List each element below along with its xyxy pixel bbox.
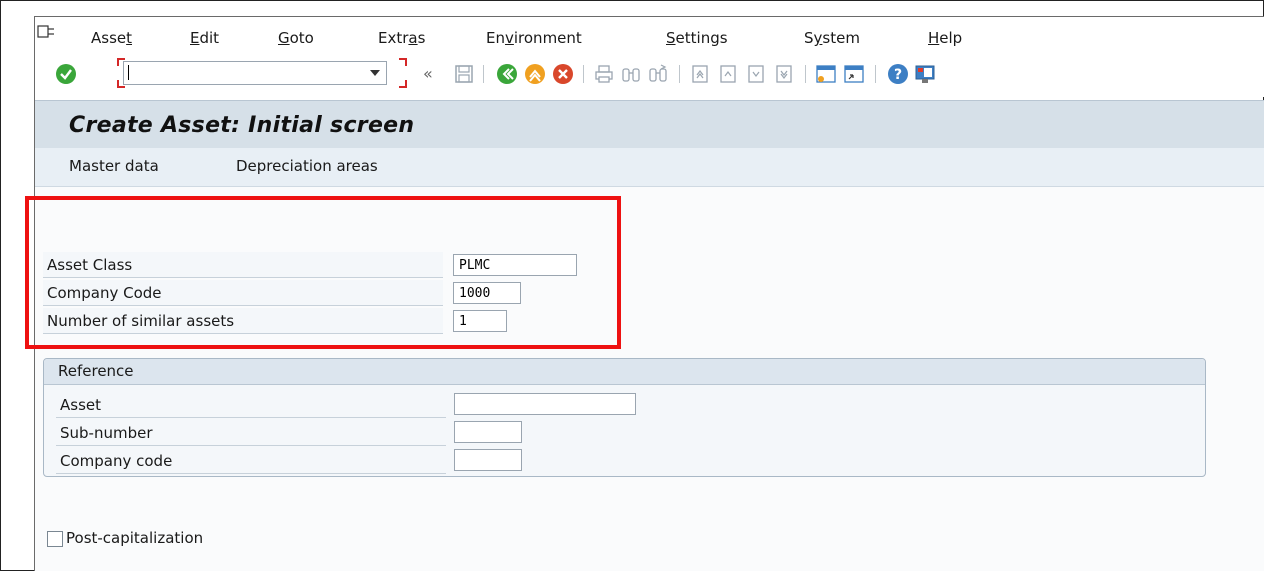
- menu-goto[interactable]: Goto: [278, 29, 314, 47]
- cancel-icon[interactable]: [552, 63, 574, 85]
- command-field-focus-corner: [399, 80, 407, 88]
- history-collapse-icon[interactable]: «: [423, 64, 433, 83]
- first-page-icon[interactable]: [689, 63, 711, 85]
- system-menu-icon[interactable]: [37, 25, 55, 39]
- reference-company-code-row: Company code: [56, 448, 446, 474]
- menu-help[interactable]: Help: [928, 29, 962, 47]
- post-capitalization-checkbox[interactable]: [47, 531, 63, 547]
- previous-page-icon[interactable]: [717, 63, 739, 85]
- exit-icon[interactable]: [524, 63, 546, 85]
- menu-edit[interactable]: Edit: [190, 29, 219, 47]
- page-title: Create Asset: Initial screen: [69, 113, 415, 138]
- post-capitalization-label: Post-capitalization: [66, 529, 204, 547]
- command-field[interactable]: [123, 61, 387, 85]
- menu-environment[interactable]: Environment: [486, 29, 582, 47]
- reference-asset-label: Asset: [60, 396, 102, 414]
- reference-company-code-field[interactable]: [454, 449, 522, 471]
- menu-extras[interactable]: Extras: [378, 29, 425, 47]
- back-icon[interactable]: [496, 63, 518, 85]
- toolbar-separator: [875, 65, 876, 83]
- svg-text:?: ?: [894, 67, 902, 83]
- next-page-icon[interactable]: [745, 63, 767, 85]
- depreciation-areas-button[interactable]: Depreciation areas: [236, 157, 378, 175]
- menu-bar: Asset Edit Goto Extras Environment Setti…: [35, 17, 1264, 53]
- menu-settings[interactable]: Settings: [666, 29, 728, 47]
- help-icon[interactable]: ?: [887, 63, 909, 85]
- reference-company-code-label: Company code: [60, 452, 173, 470]
- find-next-icon[interactable]: [647, 63, 669, 85]
- menu-asset[interactable]: Asset: [91, 29, 132, 47]
- toolbar-separator: [679, 65, 680, 83]
- chevron-down-icon[interactable]: [370, 70, 380, 76]
- text-caret: [128, 65, 129, 80]
- reference-group: Reference Asset Sub-number Company code: [43, 358, 1206, 477]
- screen-title-bar: Create Asset: Initial screen: [35, 100, 1264, 149]
- command-field-focus-corner: [399, 58, 407, 66]
- toolbar-separator: [583, 65, 584, 83]
- reference-group-header: Reference: [44, 359, 1205, 385]
- toolbar-separator: [805, 65, 806, 83]
- find-icon[interactable]: [620, 63, 642, 85]
- command-field-wrap: [117, 58, 407, 88]
- standard-toolbar: « ?: [35, 53, 1264, 97]
- reference-sub-number-field[interactable]: [454, 421, 522, 443]
- application-toolbar: Master data Depreciation areas: [35, 148, 1264, 187]
- red-highlight-box: [25, 196, 621, 349]
- master-data-button[interactable]: Master data: [69, 157, 159, 175]
- print-icon[interactable]: [593, 63, 615, 85]
- enter-icon[interactable]: [55, 63, 77, 85]
- toolbar-separator: [483, 65, 484, 83]
- reference-sub-number-label: Sub-number: [60, 424, 153, 442]
- reference-sub-number-row: Sub-number: [56, 420, 446, 446]
- last-page-icon[interactable]: [773, 63, 795, 85]
- create-shortcut-icon[interactable]: [843, 63, 865, 85]
- menu-system[interactable]: System: [804, 29, 860, 47]
- customize-layout-icon[interactable]: [914, 63, 936, 85]
- reference-asset-field[interactable]: [454, 393, 636, 415]
- save-icon[interactable]: [453, 63, 475, 85]
- reference-group-title: Reference: [58, 362, 134, 380]
- reference-asset-row: Asset: [56, 392, 446, 418]
- create-session-icon[interactable]: [815, 63, 837, 85]
